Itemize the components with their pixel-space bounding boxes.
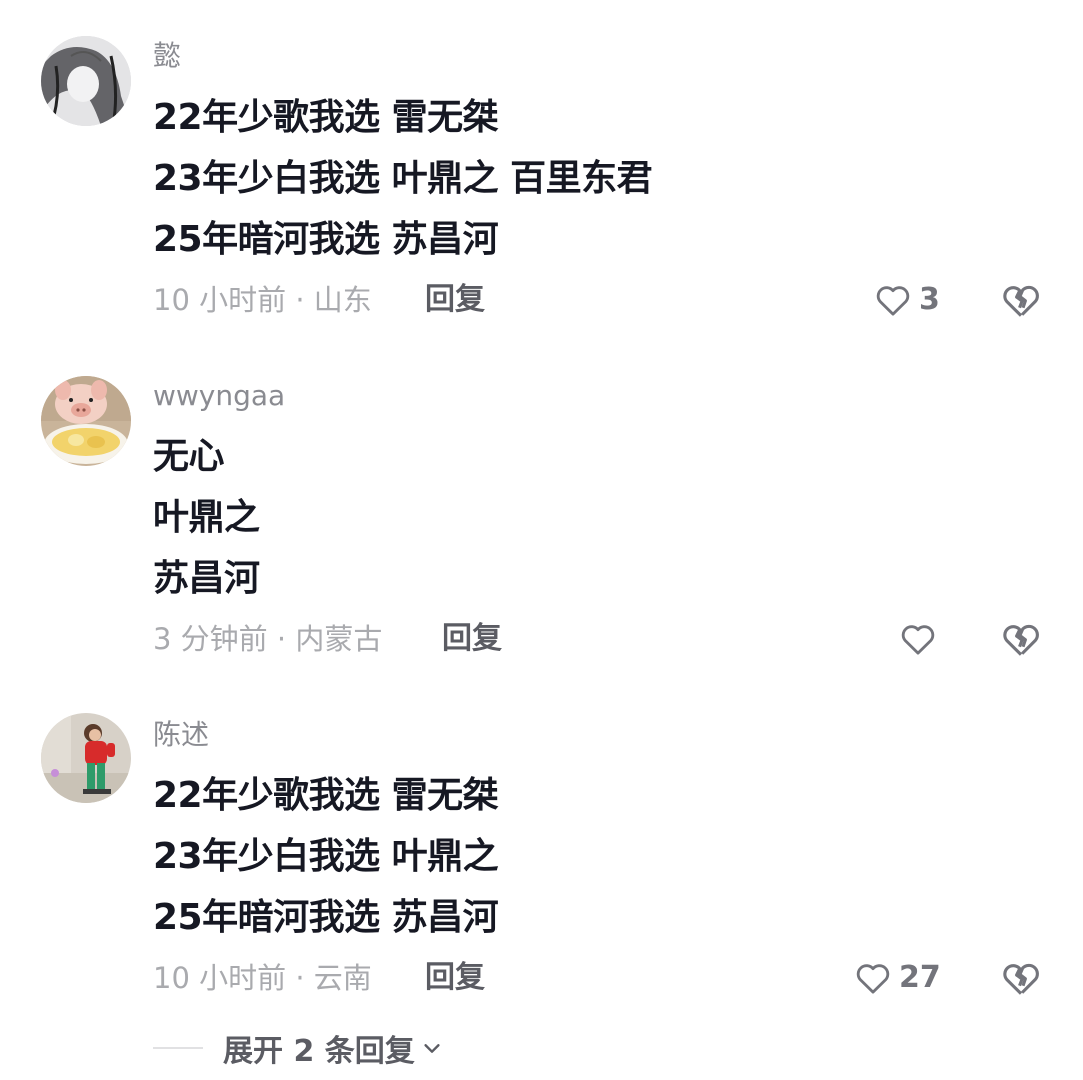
dislike-button[interactable] <box>999 956 1043 1000</box>
expand-replies-label: 展开 2 条回复 <box>223 1034 415 1069</box>
time-location: 10 小时前 · 云南 <box>153 961 372 995</box>
expand-replies-button[interactable]: 展开 2 条回复 <box>223 1026 443 1070</box>
chevron-down-icon <box>424 1044 440 1053</box>
expand-replies-row: 展开 2 条回复 <box>153 1026 443 1070</box>
broken-heart-icon <box>1003 963 1039 995</box>
heart-outline-icon <box>856 964 890 994</box>
like-count: 27 <box>899 960 941 995</box>
divider <box>153 1047 203 1049</box>
comment-text-line: 22年少歌我选 雷无桀 <box>153 775 499 816</box>
reply-button[interactable]: 回复 <box>425 960 485 996</box>
username[interactable]: 陈述 <box>153 719 209 751</box>
like-button[interactable]: 27 <box>853 956 941 1000</box>
avatar[interactable] <box>41 713 131 803</box>
comment-text-line: 23年少白我选 叶鼎之 <box>153 836 499 877</box>
comment-item: 陈述 22年少歌我选 雷无桀 23年少白我选 叶鼎之 25年暗河我选 苏昌河 1… <box>0 0 1083 1080</box>
comment-text-line: 25年暗河我选 苏昌河 <box>153 897 499 938</box>
